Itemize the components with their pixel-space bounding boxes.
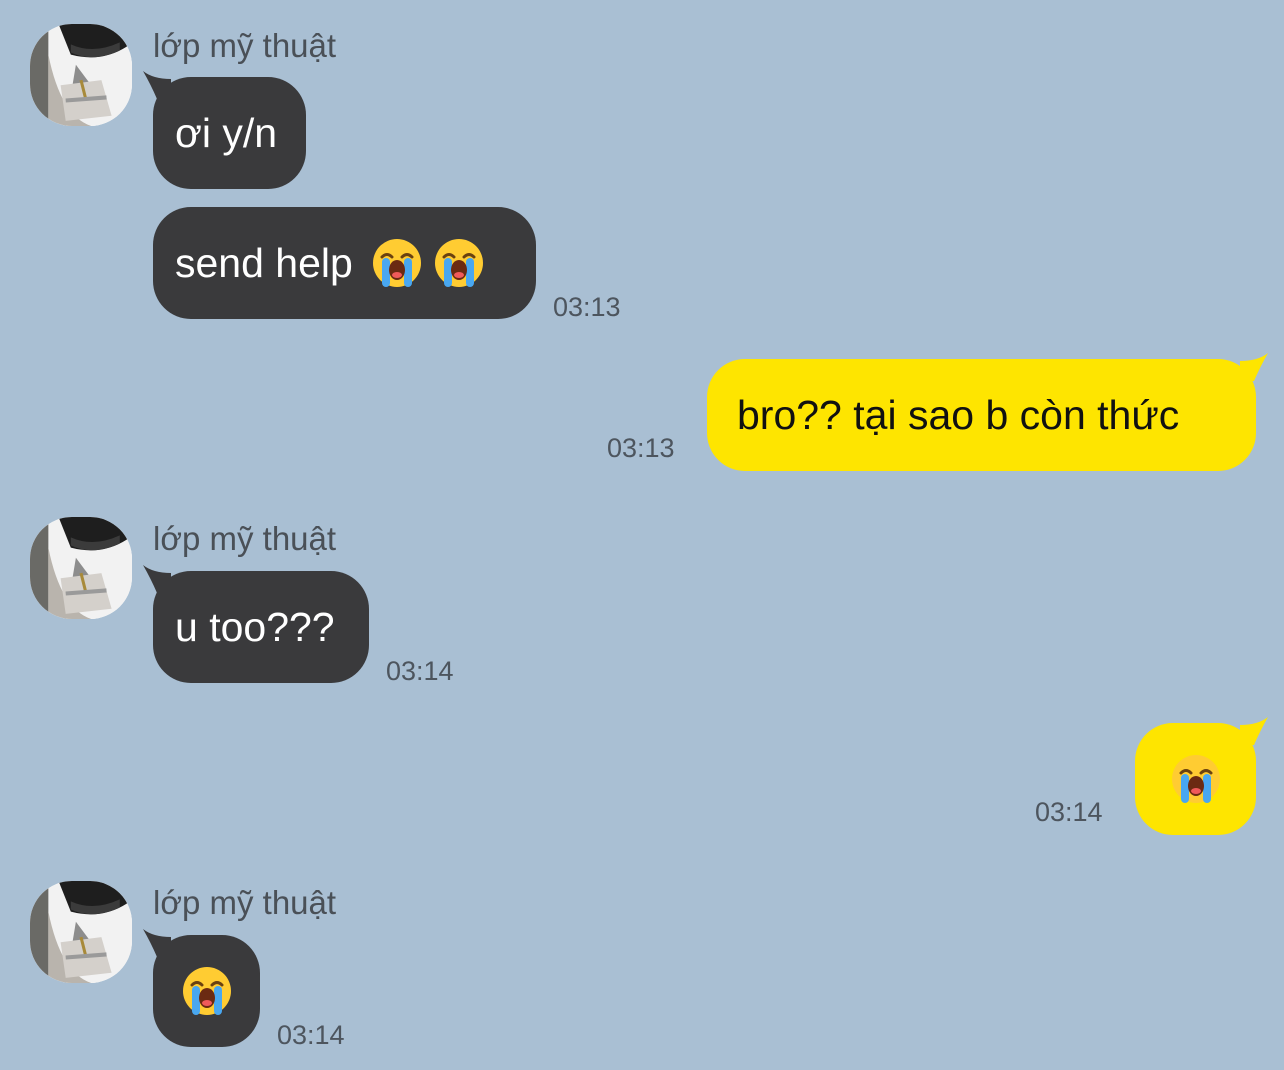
message-timestamp: 03:13 [607,433,675,463]
bubble-tail [1240,353,1268,381]
loudly-crying-face-icon [371,237,423,289]
sender-name: lớp mỹ thuật [153,884,337,921]
message-bubble-sent[interactable]: bro?? tại sao b còn thức [707,353,1268,471]
message-text: send help [175,239,353,286]
bubble-tail [143,565,171,593]
message-bubble-received[interactable]: send help [153,207,536,319]
message-text: bro?? tại sao b còn thức [737,391,1180,438]
message-timestamp: 03:14 [277,1020,345,1050]
avatar-photo [30,24,132,126]
message-text: u too??? [175,603,335,650]
message-timestamp: 03:14 [1035,797,1103,827]
message-bubble-received[interactable] [143,929,260,1047]
bubble-tail [143,929,171,957]
avatar[interactable] [30,24,132,126]
message-timestamp: 03:13 [553,292,621,322]
avatar-photo [30,517,132,619]
avatar-photo [30,881,132,983]
message-bubble-received[interactable]: ơi y/n [143,71,306,189]
loudly-crying-face-icon [1170,753,1222,805]
loudly-crying-face-icon [181,965,233,1017]
sender-name: lớp mỹ thuật [153,27,337,64]
bubble-tail [143,71,171,99]
bubble-tail [1240,717,1268,745]
message-bubble-sent[interactable] [1135,717,1268,835]
loudly-crying-face-icon [433,237,485,289]
sender-name: lớp mỹ thuật [153,520,337,557]
message-timestamp: 03:14 [386,656,454,686]
avatar[interactable] [30,517,132,619]
message-bubble-received[interactable]: u too??? [143,565,369,683]
message-text: ơi y/n [175,109,278,156]
avatar[interactable] [30,881,132,983]
